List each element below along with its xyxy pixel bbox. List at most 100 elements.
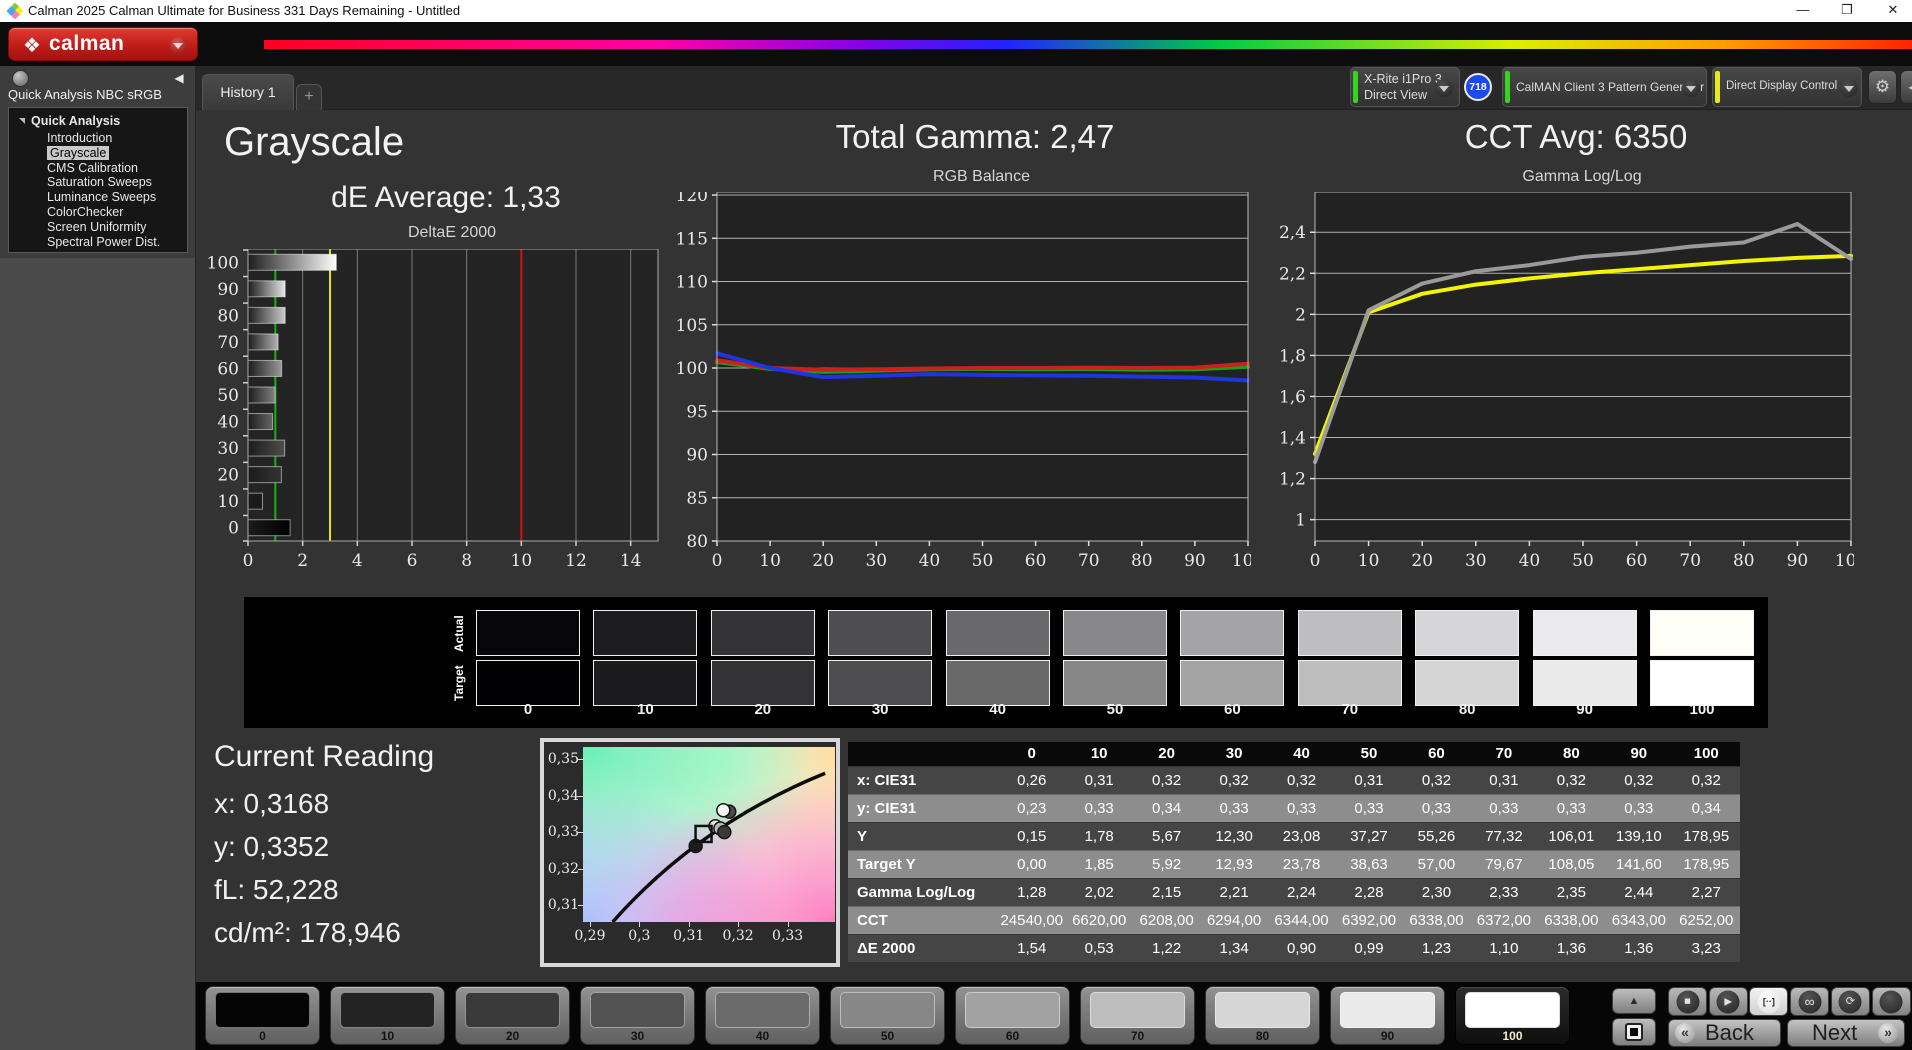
display-control-name: Direct Display Control [1726, 80, 1837, 92]
svg-text:40: 40 [919, 551, 941, 571]
sidebar-item-luminance-sweeps[interactable]: Luminance Sweeps [47, 190, 160, 205]
pattern-level-button-60[interactable]: 60 [955, 986, 1070, 1045]
display-control-dropdown[interactable]: Direct Display Control [1712, 67, 1862, 107]
table-cell: 2,21 [1200, 879, 1267, 906]
loop-icon: ∞ [1798, 990, 1821, 1013]
table-row: Target Y0,001,855,9212,9323,7838,6357,00… [848, 850, 1740, 878]
table-cell: 5,67 [1133, 823, 1200, 850]
settings-button[interactable]: ⚙ [1868, 70, 1897, 104]
svg-text:40: 40 [1519, 551, 1541, 571]
refresh-button[interactable]: ⟳ [1831, 987, 1870, 1016]
table-cell: 1,34 [1200, 935, 1267, 962]
pattern-level-button-30[interactable]: 30 [580, 986, 695, 1045]
meter-dropdown[interactable]: X-Rite i1Pro 3 Direct View [1350, 67, 1460, 107]
grayscale-swatch-strip: ActualTarget0102030405060708090100 [244, 597, 1768, 728]
pattern-level-button-70[interactable]: 70 [1080, 986, 1195, 1045]
table-row-label: y: CIE31 [848, 795, 998, 822]
sidebar-item-spectral-power-dist-[interactable]: Spectral Power Dist. [47, 235, 160, 250]
actual-swatch [1180, 610, 1284, 656]
calman-menu-button[interactable]: ❖ calman [8, 27, 198, 61]
table-cell: 6338,00 [1538, 907, 1605, 934]
svg-text:110: 110 [676, 273, 708, 293]
svg-text:4: 4 [352, 551, 363, 571]
pattern-level-button-90[interactable]: 90 [1330, 986, 1445, 1045]
pattern-level-button-50[interactable]: 50 [830, 986, 945, 1045]
close-button[interactable]: ✕ [1876, 0, 1910, 22]
next-button[interactable]: Next » [1787, 1019, 1905, 1047]
collapse-panel-button[interactable]: ◀ [1900, 70, 1912, 104]
pattern-generator-dropdown[interactable]: CalMAN Client 3 Pattern Generator [1502, 67, 1707, 107]
table-column-header: 0 [998, 742, 1065, 766]
pattern-window-up-button[interactable]: ▲ [1612, 988, 1656, 1014]
add-tab-button[interactable]: + [296, 84, 322, 110]
tab-history-1[interactable]: History 1 [202, 74, 294, 110]
rgb-balance-chart-title: RGB Balance [716, 168, 1247, 186]
pattern-level-button-40[interactable]: 40 [705, 986, 820, 1045]
blank-button[interactable] [1872, 987, 1911, 1016]
stop-button[interactable]: ■ [1668, 987, 1707, 1016]
svg-text:85: 85 [686, 489, 708, 509]
table-cell: 1,54 [998, 935, 1065, 962]
pattern-swatch [590, 992, 685, 1028]
svg-text:0: 0 [243, 551, 254, 571]
svg-text:0: 0 [712, 551, 723, 571]
refresh-icon: ⟳ [1839, 990, 1862, 1013]
pattern-level-button-0[interactable]: 0 [205, 986, 320, 1045]
sidebar-item-colorchecker[interactable]: ColorChecker [47, 205, 160, 220]
pattern-level-button-10[interactable]: 10 [330, 986, 445, 1045]
tree-expander-icon[interactable] [19, 118, 25, 124]
svg-text:0: 0 [1310, 551, 1321, 571]
table-cell: 6372,00 [1470, 907, 1537, 934]
table-cell: 24540,00 [998, 907, 1065, 934]
pattern-level-button-80[interactable]: 80 [1205, 986, 1320, 1045]
svg-text:14: 14 [620, 551, 642, 571]
table-column-header: 100 [1673, 742, 1740, 766]
table-cell: 37,27 [1335, 823, 1402, 850]
actual-swatch [711, 610, 815, 656]
pattern-window-button[interactable] [1612, 1018, 1656, 1046]
table-cell: 0,31 [1065, 767, 1132, 794]
pattern-level-button-100[interactable]: 100 [1455, 986, 1570, 1045]
play-button[interactable]: ▶ [1709, 987, 1748, 1016]
chevron-down-icon [1435, 79, 1453, 97]
table-column-header: 90 [1605, 742, 1672, 766]
sidebar-item-screen-uniformity[interactable]: Screen Uniformity [47, 220, 160, 235]
table-cell: 0,32 [1673, 767, 1740, 794]
pattern-level-label: 10 [331, 1029, 444, 1043]
svg-text:30: 30 [865, 551, 887, 571]
swatch-row-label: Target [452, 659, 468, 707]
table-column-header: 50 [1335, 742, 1402, 766]
minimize-button[interactable]: — [1786, 0, 1820, 22]
measure-button[interactable]: [··] [1749, 987, 1788, 1016]
actual-swatch [593, 610, 697, 656]
cie-x-tick-label: 0,32 [718, 928, 758, 944]
cie-x-tick [639, 922, 640, 927]
restore-button[interactable]: ❐ [1830, 0, 1864, 22]
table-cell: 57,00 [1403, 851, 1470, 878]
loop-button[interactable]: ∞ [1790, 987, 1829, 1016]
current-reading-line: cd/m²: 178,946 [214, 917, 401, 949]
actual-swatch [1650, 610, 1754, 656]
cie-x-tick-label: 0,31 [669, 928, 709, 944]
table-row: ΔE 20001,540,531,221,340,900,991,231,101… [848, 934, 1740, 962]
table-column-header: 80 [1538, 742, 1605, 766]
meter-resolution-badge[interactable]: 718 [1464, 73, 1492, 101]
svg-text:0: 0 [228, 519, 239, 539]
tree-root[interactable]: Quick Analysis [31, 114, 120, 128]
sidebar-item-cms-calibration[interactable]: CMS Calibration [47, 161, 160, 176]
sidebar-collapse-button[interactable]: ◀ [170, 69, 188, 87]
pin-icon[interactable] [12, 70, 29, 87]
table-cell: 178,95 [1673, 823, 1740, 850]
pattern-swatch [1465, 992, 1560, 1028]
sidebar-item-saturation-sweeps[interactable]: Saturation Sweeps [47, 175, 160, 190]
sidebar-item-introduction[interactable]: Introduction [47, 131, 160, 146]
table-row: x: CIE310,260,310,320,320,320,310,320,31… [848, 766, 1740, 794]
pattern-level-button-20[interactable]: 20 [455, 986, 570, 1045]
back-button[interactable]: « Back [1668, 1019, 1781, 1047]
cie-y-tick-label: 0,32 [545, 861, 579, 877]
svg-text:2: 2 [1295, 305, 1306, 325]
sidebar-item-grayscale[interactable]: Grayscale [47, 146, 160, 161]
table-cell: 1,85 [1065, 851, 1132, 878]
display-status-bar [1715, 71, 1720, 103]
target-swatch [1063, 660, 1167, 706]
